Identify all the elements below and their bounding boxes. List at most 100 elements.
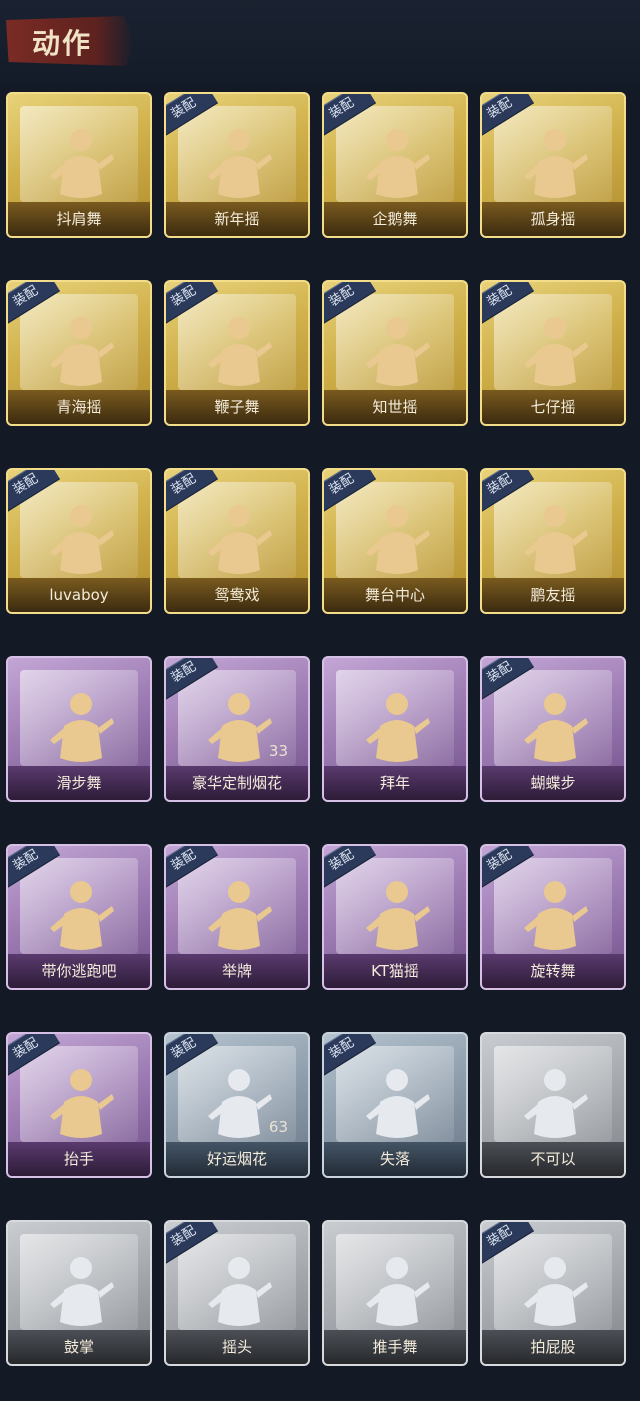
equipped-badge: 装配 [8,470,61,513]
equipped-badge-wrap: 装配 [166,658,222,702]
action-card[interactable]: 推手舞 [322,1220,468,1366]
action-label: 滑步舞 [56,774,102,792]
equipped-badge-wrap: 装配 [166,470,222,514]
action-card[interactable]: 失落 装配 [322,1032,468,1178]
equipped-badge: 装配 [324,1034,377,1077]
action-label: 推手舞 [372,1338,418,1356]
action-label: 鼓掌 [63,1338,94,1356]
equipped-badge-wrap: 装配 [166,282,222,326]
pose-figure-icon [46,124,116,204]
equipped-badge: 装配 [166,282,219,325]
action-label: 拍屁股 [530,1338,576,1356]
action-card[interactable]: 舞台中心 装配 [322,468,468,614]
action-card[interactable]: 举牌 装配 [164,844,310,990]
action-label: 舞台中心 [364,586,425,604]
equipped-badge: 装配 [166,1034,219,1077]
equipped-badge-wrap: 装配 [482,282,538,326]
action-card[interactable]: 鸳鸯戏 装配 [164,468,310,614]
action-card[interactable]: KT猫摇 装配 [322,844,468,990]
equipped-badge-wrap: 装配 [324,846,380,890]
pose-figure-icon [46,688,116,768]
page-title: 动作 [32,27,93,60]
equipped-badge: 装配 [8,846,61,889]
action-card[interactable]: 摇头 装配 [164,1220,310,1366]
equipped-badge: 装配 [166,846,219,889]
action-label: 蝴蝶步 [530,774,576,792]
action-card[interactable]: 抬手 装配 [6,1032,152,1178]
action-label: 拜年 [379,774,410,792]
equipped-badge: 装配 [324,94,377,137]
action-card[interactable]: 拜年 [322,656,468,802]
action-card[interactable]: 不可以 [480,1032,626,1178]
equipped-badge: 装配 [166,1222,219,1265]
equipped-badge: 装配 [482,846,535,889]
pose-figure-icon [46,1252,116,1332]
action-card[interactable]: 旋转舞 装配 [480,844,626,990]
action-label: KT猫摇 [371,962,419,980]
equipped-badge-wrap: 装配 [324,94,380,138]
action-label: 鸳鸯戏 [214,586,260,604]
action-card[interactable]: 企鹅舞 装配 [322,92,468,238]
action-label: 鹏友摇 [530,586,576,604]
equipped-badge: 装配 [482,94,535,137]
action-label: 新年摇 [214,210,260,228]
equipped-badge: 装配 [324,470,377,513]
action-card[interactable]: 滑步舞 [6,656,152,802]
action-label: 举牌 [221,962,252,980]
action-label: 不可以 [530,1150,576,1168]
action-label: 孤身摇 [530,210,576,228]
action-card[interactable]: 拍屁股 装配 [480,1220,626,1366]
equipped-badge-wrap: 装配 [482,658,538,702]
item-count: 63 [268,1118,288,1136]
action-label: 好运烟花 [206,1150,267,1168]
equipped-badge-wrap: 装配 [324,1034,380,1078]
action-card[interactable]: 青海摇 装配 [6,280,152,426]
action-card[interactable]: 带你逃跑吧 装配 [6,844,152,990]
action-label: 抬手 [63,1150,94,1168]
equipped-badge-wrap: 装配 [482,470,538,514]
action-grid: 抖肩舞 新年摇 装配 企鹅舞 装配 孤身摇 装配 青海摇 装配 鞭子舞 装配 知世摇 装配 七仔摇 装配 lu… [6,92,626,1366]
action-card[interactable]: 知世摇 装配 [322,280,468,426]
action-label: 旋转舞 [530,962,576,980]
action-card[interactable]: 孤身摇 装配 [480,92,626,238]
equipped-badge: 装配 [482,1222,535,1265]
action-label: luvaboy [49,586,109,604]
equipped-badge: 装配 [8,282,61,325]
action-label: 抖肩舞 [56,210,102,228]
action-label: 摇头 [221,1338,252,1356]
equipped-badge-wrap: 装配 [8,1034,64,1078]
action-card[interactable]: 蝴蝶步 装配 [480,656,626,802]
action-label: 带你逃跑吧 [41,962,117,980]
action-label: 失落 [379,1150,410,1168]
equipped-badge-wrap: 装配 [482,1222,538,1266]
action-label: 企鹅舞 [372,210,418,228]
action-card[interactable]: 33 豪华定制烟花 装配 [164,656,310,802]
action-card[interactable]: 鞭子舞 装配 [164,280,310,426]
action-card[interactable]: 鼓掌 [6,1220,152,1366]
equipped-badge: 装配 [482,658,535,701]
header: 动作 [0,0,640,86]
action-label: 七仔摇 [530,398,576,416]
item-count: 33 [268,742,288,760]
pose-figure-icon [362,1252,432,1332]
action-card[interactable]: 抖肩舞 [6,92,152,238]
equipped-badge: 装配 [8,1034,61,1077]
equipped-badge: 装配 [166,470,219,513]
action-card[interactable]: 七仔摇 装配 [480,280,626,426]
pose-figure-icon [362,688,432,768]
equipped-badge-wrap: 装配 [324,282,380,326]
action-card[interactable]: 63 好运烟花 装配 [164,1032,310,1178]
action-label: 鞭子舞 [214,398,260,416]
equipped-badge: 装配 [482,282,535,325]
action-label: 知世摇 [372,398,418,416]
equipped-badge: 装配 [324,846,377,889]
action-card[interactable]: 新年摇 装配 [164,92,310,238]
equipped-badge-wrap: 装配 [166,846,222,890]
action-card[interactable]: luvaboy 装配 [6,468,152,614]
equipped-badge-wrap: 装配 [8,470,64,514]
equipped-badge-wrap: 装配 [482,94,538,138]
equipped-badge-wrap: 装配 [482,846,538,890]
equipped-badge: 装配 [324,282,377,325]
action-card[interactable]: 鹏友摇 装配 [480,468,626,614]
action-label: 青海摇 [56,398,102,416]
